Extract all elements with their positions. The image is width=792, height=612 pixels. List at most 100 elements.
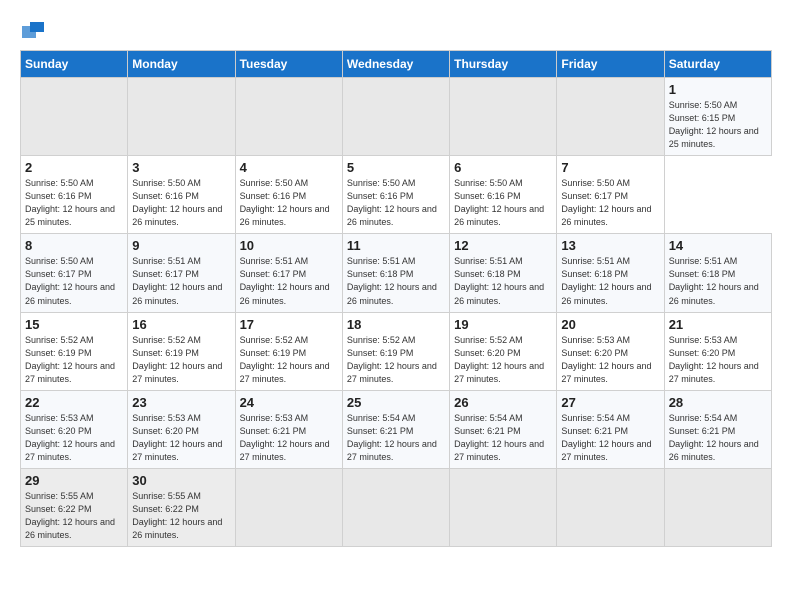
day-number: 24	[240, 395, 338, 410]
calendar-week-row: 2 Sunrise: 5:50 AM Sunset: 6:16 PM Daylig…	[21, 156, 772, 234]
day-number: 2	[25, 160, 123, 175]
calendar-week-row: 29Sunrise: 5:55 AM Sunset: 6:22 PM Dayli…	[21, 468, 772, 546]
day-info: Sunrise: 5:50 AM Sunset: 6:15 PM Dayligh…	[669, 99, 767, 151]
calendar-cell: 17Sunrise: 5:52 AM Sunset: 6:19 PM Dayli…	[235, 312, 342, 390]
calendar-cell	[557, 468, 664, 546]
calendar-cell: 16Sunrise: 5:52 AM Sunset: 6:19 PM Dayli…	[128, 312, 235, 390]
day-number: 20	[561, 317, 659, 332]
day-number: 1	[669, 82, 767, 97]
day-info: Sunrise: 5:52 AM Sunset: 6:19 PM Dayligh…	[25, 334, 123, 386]
calendar-cell	[342, 78, 449, 156]
day-info: Sunrise: 5:51 AM Sunset: 6:17 PM Dayligh…	[132, 255, 230, 307]
calendar-cell: 10 Sunrise: 5:51 AM Sunset: 6:17 PM Dayli…	[235, 234, 342, 312]
calendar-cell: 11Sunrise: 5:51 AM Sunset: 6:18 PM Dayli…	[342, 234, 449, 312]
day-number: 9	[132, 238, 230, 253]
day-info: Sunrise: 5:55 AM Sunset: 6:22 PM Dayligh…	[132, 490, 230, 542]
day-info: Sunrise: 5:53 AM Sunset: 6:20 PM Dayligh…	[132, 412, 230, 464]
calendar-week-row: 15 Sunrise: 5:52 AM Sunset: 6:19 PM Dayli…	[21, 312, 772, 390]
day-number: 22	[25, 395, 123, 410]
weekday-header: Saturday	[664, 51, 771, 78]
day-info: Sunrise: 5:50 AM Sunset: 6:16 PM Dayligh…	[25, 177, 123, 229]
calendar-cell: 12 Sunrise: 5:51 AM Sunset: 6:18 PM Dayli…	[450, 234, 557, 312]
day-info: Sunrise: 5:52 AM Sunset: 6:20 PM Dayligh…	[454, 334, 552, 386]
day-number: 18	[347, 317, 445, 332]
calendar-cell: 19 Sunrise: 5:52 AM Sunset: 6:20 PM Dayli…	[450, 312, 557, 390]
calendar-cell: 14 Sunrise: 5:51 AM Sunset: 6:18 PM Dayli…	[664, 234, 771, 312]
day-number: 3	[132, 160, 230, 175]
day-info: Sunrise: 5:51 AM Sunset: 6:18 PM Dayligh…	[347, 255, 445, 307]
calendar-cell: 4 Sunrise: 5:50 AM Sunset: 6:16 PM Daylig…	[235, 156, 342, 234]
day-info: Sunrise: 5:54 AM Sunset: 6:21 PM Dayligh…	[561, 412, 659, 464]
day-number: 14	[669, 238, 767, 253]
day-number: 25	[347, 395, 445, 410]
day-number: 12	[454, 238, 552, 253]
day-info: Sunrise: 5:53 AM Sunset: 6:21 PM Dayligh…	[240, 412, 338, 464]
day-info: Sunrise: 5:51 AM Sunset: 6:18 PM Dayligh…	[561, 255, 659, 307]
calendar-cell	[450, 78, 557, 156]
day-number: 26	[454, 395, 552, 410]
day-info: Sunrise: 5:54 AM Sunset: 6:21 PM Dayligh…	[669, 412, 767, 464]
day-info: Sunrise: 5:53 AM Sunset: 6:20 PM Dayligh…	[25, 412, 123, 464]
day-info: Sunrise: 5:54 AM Sunset: 6:21 PM Dayligh…	[454, 412, 552, 464]
day-info: Sunrise: 5:53 AM Sunset: 6:20 PM Dayligh…	[561, 334, 659, 386]
calendar-cell: 25Sunrise: 5:54 AM Sunset: 6:21 PM Dayli…	[342, 390, 449, 468]
calendar-cell: 18Sunrise: 5:52 AM Sunset: 6:19 PM Dayli…	[342, 312, 449, 390]
logo-block	[20, 18, 46, 36]
day-info: Sunrise: 5:51 AM Sunset: 6:18 PM Dayligh…	[669, 255, 767, 307]
day-number: 4	[240, 160, 338, 175]
weekday-header: Friday	[557, 51, 664, 78]
calendar-cell	[21, 78, 128, 156]
day-number: 27	[561, 395, 659, 410]
page: SundayMondayTuesdayWednesdayThursdayFrid…	[0, 0, 792, 559]
day-info: Sunrise: 5:50 AM Sunset: 6:16 PM Dayligh…	[454, 177, 552, 229]
calendar-cell: 27 Sunrise: 5:54 AM Sunset: 6:21 PM Dayli…	[557, 390, 664, 468]
calendar-cell: 30 Sunrise: 5:55 AM Sunset: 6:22 PM Dayli…	[128, 468, 235, 546]
day-info: Sunrise: 5:55 AM Sunset: 6:22 PM Dayligh…	[25, 490, 123, 542]
calendar-cell: 21Sunrise: 5:53 AM Sunset: 6:20 PM Dayli…	[664, 312, 771, 390]
day-number: 28	[669, 395, 767, 410]
day-number: 15	[25, 317, 123, 332]
calendar-week-row: 8 Sunrise: 5:50 AM Sunset: 6:17 PM Daylig…	[21, 234, 772, 312]
calendar-table: SundayMondayTuesdayWednesdayThursdayFrid…	[20, 50, 772, 547]
day-info: Sunrise: 5:51 AM Sunset: 6:18 PM Dayligh…	[454, 255, 552, 307]
calendar-cell: 1 Sunrise: 5:50 AM Sunset: 6:15 PM Daylig…	[664, 78, 771, 156]
day-number: 17	[240, 317, 338, 332]
calendar-cell: 29Sunrise: 5:55 AM Sunset: 6:22 PM Dayli…	[21, 468, 128, 546]
calendar-cell	[235, 468, 342, 546]
calendar-cell	[128, 78, 235, 156]
day-number: 5	[347, 160, 445, 175]
day-info: Sunrise: 5:50 AM Sunset: 6:16 PM Dayligh…	[132, 177, 230, 229]
day-number: 23	[132, 395, 230, 410]
logo-icon	[22, 18, 44, 40]
day-number: 6	[454, 160, 552, 175]
calendar-week-row: 22 Sunrise: 5:53 AM Sunset: 6:20 PM Dayli…	[21, 390, 772, 468]
calendar-cell	[450, 468, 557, 546]
day-info: Sunrise: 5:51 AM Sunset: 6:17 PM Dayligh…	[240, 255, 338, 307]
day-info: Sunrise: 5:50 AM Sunset: 6:17 PM Dayligh…	[25, 255, 123, 307]
weekday-header: Monday	[128, 51, 235, 78]
calendar-cell: 9 Sunrise: 5:51 AM Sunset: 6:17 PM Daylig…	[128, 234, 235, 312]
calendar-cell: 7Sunrise: 5:50 AM Sunset: 6:17 PM Daylig…	[557, 156, 664, 234]
weekday-header: Wednesday	[342, 51, 449, 78]
calendar-cell: 2 Sunrise: 5:50 AM Sunset: 6:16 PM Daylig…	[21, 156, 128, 234]
day-info: Sunrise: 5:50 AM Sunset: 6:16 PM Dayligh…	[240, 177, 338, 229]
calendar-cell: 20 Sunrise: 5:53 AM Sunset: 6:20 PM Dayli…	[557, 312, 664, 390]
day-number: 10	[240, 238, 338, 253]
day-number: 19	[454, 317, 552, 332]
day-info: Sunrise: 5:50 AM Sunset: 6:16 PM Dayligh…	[347, 177, 445, 229]
calendar-cell: 6 Sunrise: 5:50 AM Sunset: 6:16 PM Daylig…	[450, 156, 557, 234]
calendar-cell: 24 Sunrise: 5:53 AM Sunset: 6:21 PM Dayli…	[235, 390, 342, 468]
calendar-cell: 23 Sunrise: 5:53 AM Sunset: 6:20 PM Dayli…	[128, 390, 235, 468]
calendar-cell: 28 Sunrise: 5:54 AM Sunset: 6:21 PM Dayli…	[664, 390, 771, 468]
header	[20, 18, 772, 36]
day-number: 8	[25, 238, 123, 253]
calendar-cell	[342, 468, 449, 546]
day-info: Sunrise: 5:50 AM Sunset: 6:17 PM Dayligh…	[561, 177, 659, 229]
day-number: 30	[132, 473, 230, 488]
day-number: 13	[561, 238, 659, 253]
calendar-cell	[235, 78, 342, 156]
weekday-header: Thursday	[450, 51, 557, 78]
calendar-cell: 8 Sunrise: 5:50 AM Sunset: 6:17 PM Daylig…	[21, 234, 128, 312]
calendar-cell: 22 Sunrise: 5:53 AM Sunset: 6:20 PM Dayli…	[21, 390, 128, 468]
day-number: 16	[132, 317, 230, 332]
